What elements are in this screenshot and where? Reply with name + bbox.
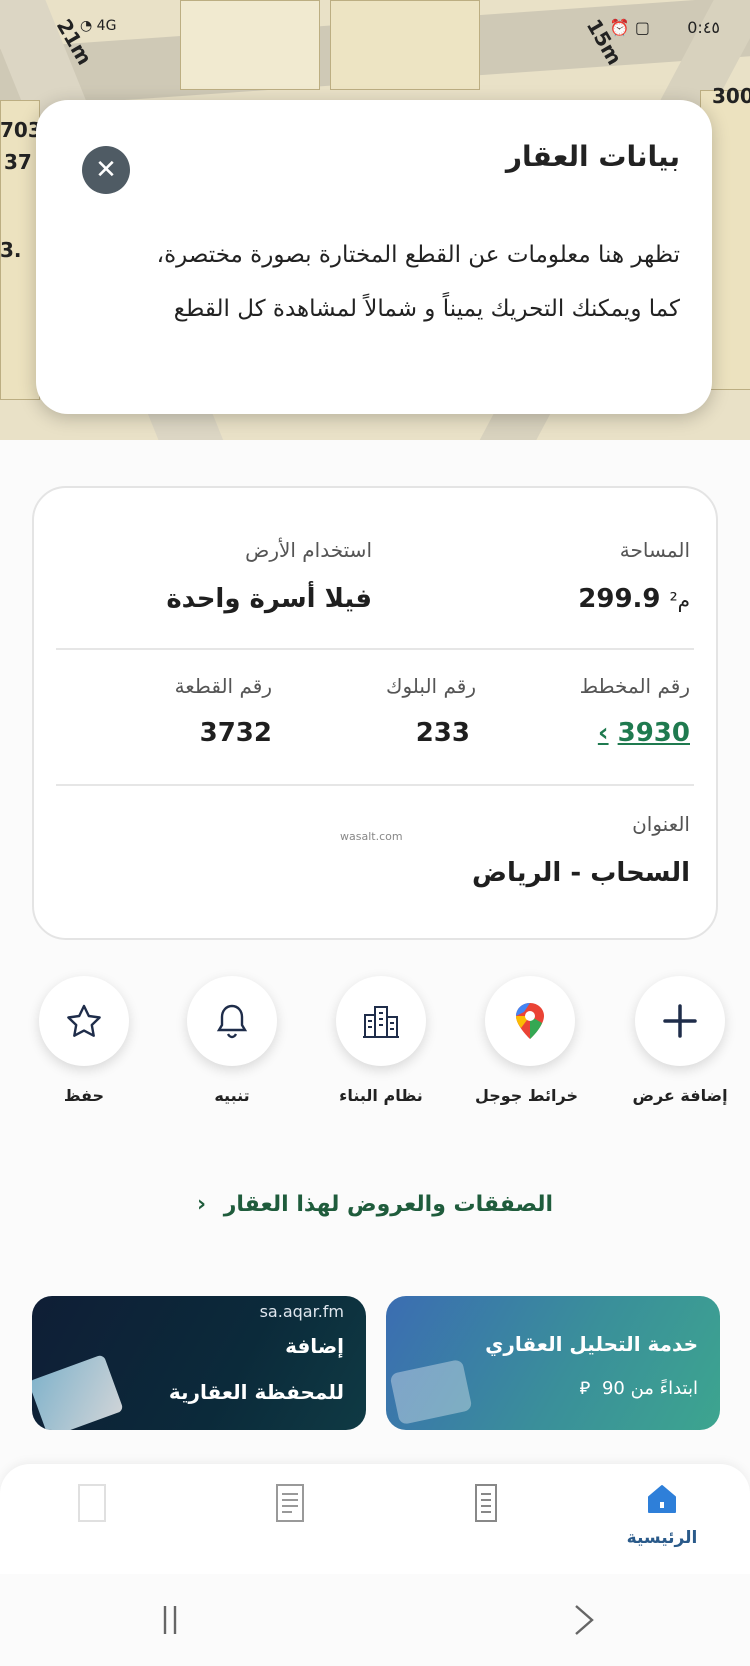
land-use-value: فيلا أسرة واحدة <box>166 584 372 614</box>
plan-label: رقم المخطط <box>579 674 690 698</box>
nav-more[interactable] <box>62 1482 122 1528</box>
chevron-left-icon: ‹ <box>196 1192 207 1217</box>
google-maps-button[interactable]: خرائط جوجل <box>474 976 578 1105</box>
map-plot-label: 37 <box>4 150 32 174</box>
plan-link[interactable]: ‹ 3930 <box>598 718 690 748</box>
building-system-label: نظام البناء <box>339 1086 423 1105</box>
google-maps-icon[interactable] <box>485 976 575 1066</box>
analysis-service-banner[interactable]: خدمة التحليل العقاري ابتداءً من 90 ⃁ <box>386 1296 720 1430</box>
divider <box>56 784 694 786</box>
banner-title: خدمة التحليل العقاري <box>485 1332 698 1356</box>
map-plot-label: 3. <box>0 238 22 262</box>
address-label: العنوان <box>632 812 690 836</box>
deals-link-text[interactable]: الصفقات والعروض لهذا العقار <box>224 1192 553 1217</box>
area-value: 299.9 م² <box>578 584 690 614</box>
banner-line2: للمحفظة العقارية <box>168 1380 344 1404</box>
home-icon <box>648 1485 676 1513</box>
save-label: حفظ <box>63 1086 105 1105</box>
onboarding-tooltip: بيانات العقار تظهر هنا معلومات عن القطع … <box>36 100 712 414</box>
close-icon[interactable]: ✕ <box>82 146 130 194</box>
card-icon <box>389 1358 473 1426</box>
bell-icon[interactable] <box>187 976 277 1066</box>
address-value: السحاب - الرياض <box>471 858 690 888</box>
banner-price: ابتداءً من 90 <box>601 1378 698 1399</box>
riyal-icon: ⃁ <box>579 1378 591 1399</box>
divider <box>56 648 694 650</box>
google-maps-label: خرائط جوجل <box>474 1086 578 1105</box>
documents-icon <box>32 1354 124 1430</box>
building-system-button[interactable]: نظام البناء <box>333 976 429 1105</box>
deals-link[interactable]: الصفقات والعروض لهذا العقار ‹ <box>0 1192 750 1217</box>
nav-home-label: الرئيسية <box>626 1528 698 1548</box>
alert-label: تنبيه <box>214 1086 250 1105</box>
map-plot-label: 300 <box>712 84 750 108</box>
block-value: 233 <box>415 718 470 748</box>
back-icon[interactable] <box>572 1602 596 1638</box>
status-bar: 0:٤٥ ⏰ ▢ ◔ 4G <box>0 18 750 48</box>
add-offer-label: إضافة عرض <box>632 1086 728 1105</box>
status-time: 0:٤٥ <box>687 18 720 37</box>
more-icon <box>78 1484 106 1522</box>
tooltip-body: تظهر هنا معلومات عن القطع المختارة بصورة… <box>156 242 680 322</box>
property-info-card[interactable]: المساحة 299.9 م² استخدام الأرض فيلا أسرة… <box>32 486 718 940</box>
document-icon <box>276 1484 304 1522</box>
nav-home[interactable]: الرئيسية <box>612 1482 712 1548</box>
star-icon[interactable] <box>39 976 129 1066</box>
alert-button[interactable]: تنبيه <box>184 976 280 1105</box>
network-type: 4G <box>96 18 117 34</box>
plan-number[interactable]: 3930 <box>618 718 690 748</box>
wifi-icon: ◔ <box>80 18 93 34</box>
system-navigation <box>0 1574 750 1666</box>
block-label: رقم البلوك <box>385 674 476 698</box>
status-icons: ⏰ ▢ <box>609 18 650 37</box>
area-label: المساحة <box>619 538 690 562</box>
bottom-navigation: الرئيسية <box>0 1464 750 1574</box>
banner-domain: sa.aqar.fm <box>259 1302 344 1321</box>
land-use-label: استخدام الأرض <box>245 538 372 562</box>
tooltip-title: بيانات العقار <box>505 140 680 173</box>
plus-icon[interactable] <box>635 976 725 1066</box>
nav-documents[interactable] <box>260 1482 320 1528</box>
banner-subtitle: ابتداءً من 90 ⃁ <box>580 1376 699 1399</box>
add-offer-button[interactable]: إضافة عرض <box>632 976 728 1105</box>
watermark: wasalt.com <box>340 830 403 843</box>
recent-apps-icon[interactable] <box>160 1604 180 1636</box>
plot-label: رقم القطعة <box>174 674 272 698</box>
banner-line1: إضافة <box>285 1334 344 1358</box>
network-indicator: ◔ 4G <box>80 18 116 34</box>
area-unit: م² <box>669 588 690 612</box>
building-icon <box>475 1484 497 1522</box>
plot-value: 3732 <box>199 718 272 748</box>
save-button[interactable]: حفظ <box>36 976 132 1105</box>
portfolio-banner[interactable]: sa.aqar.fm إضافة للمحفظة العقارية <box>32 1296 366 1430</box>
chevron-left-icon: ‹ <box>597 718 609 748</box>
building-icon[interactable] <box>336 976 426 1066</box>
area-number: 299.9 <box>578 584 661 614</box>
nav-buildings[interactable] <box>456 1482 516 1528</box>
